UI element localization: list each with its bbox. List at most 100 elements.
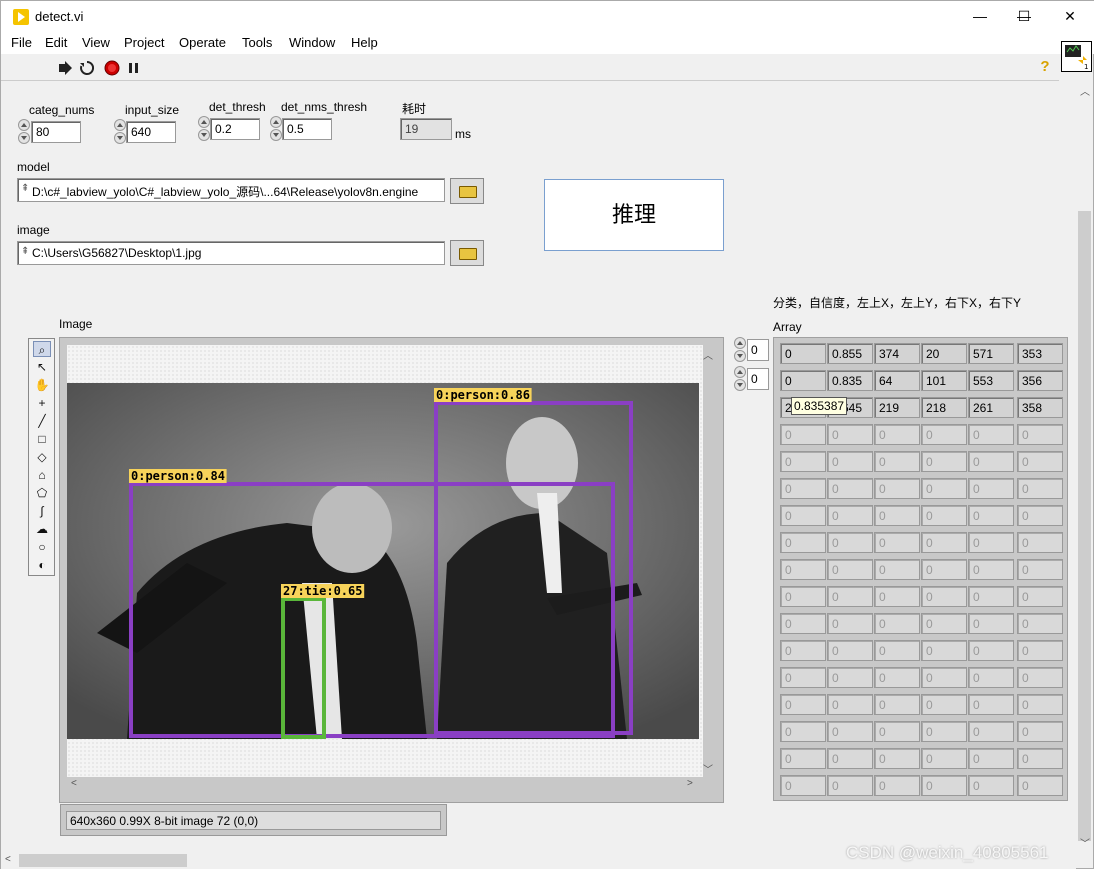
rectangle-tool-icon[interactable]: □ [33,431,51,447]
line-tool-icon[interactable]: ╱ [33,413,51,429]
point-tool-icon[interactable]: + [33,395,51,411]
array-cell[interactable]: 0 [968,613,1014,634]
array-cell[interactable]: 0 [921,613,967,634]
menu-window[interactable]: Window [289,35,335,50]
array-cell[interactable]: 0 [874,667,920,688]
array-cell[interactable]: 0 [780,478,826,499]
array-cell[interactable]: 0 [921,586,967,607]
array-cell[interactable]: 0 [921,451,967,472]
array-cell[interactable]: 0 [874,451,920,472]
array-cell[interactable]: 0 [780,694,826,715]
array-cell[interactable]: 0 [827,748,873,769]
array-cell[interactable]: 0 [1017,640,1063,661]
run-arrow-icon[interactable] [57,60,73,76]
scroll-thumb[interactable] [19,854,187,867]
array-cell[interactable]: 0 [1017,559,1063,580]
array-cell[interactable]: 20 [921,343,967,364]
array-cell[interactable]: 0 [921,478,967,499]
array-cell[interactable]: 0 [968,586,1014,607]
array-cell[interactable]: 0 [827,586,873,607]
array-cell[interactable]: 0 [921,748,967,769]
array-cell[interactable]: 0 [874,613,920,634]
array-cell[interactable]: 0 [780,775,826,796]
array-cell[interactable]: 0 [968,532,1014,553]
array-cell[interactable]: 0 [827,721,873,742]
array-cell[interactable]: 0 [780,370,826,391]
array-cell[interactable]: 0 [1017,775,1063,796]
annulus-tool-icon[interactable]: ⌂ [33,467,51,483]
det-thresh-field[interactable]: 0.2 [210,118,260,140]
menu-view[interactable]: View [82,35,110,50]
array-cell[interactable]: 0 [827,667,873,688]
menu-project[interactable]: Project [124,35,164,50]
array-cell[interactable]: 0 [827,559,873,580]
panel-vertical-scrollbar[interactable]: ︿ ﹀ [1076,81,1093,852]
menu-help[interactable]: Help [351,35,378,50]
array-cell[interactable]: 0 [827,640,873,661]
array-cell[interactable]: 0 [968,451,1014,472]
maximize-button[interactable]: ☐ [1001,1,1047,32]
array-cell[interactable]: 0 [921,667,967,688]
broken-line-tool-icon[interactable]: ◐ [33,557,51,573]
array-cell[interactable]: 101 [921,370,967,391]
array-cell[interactable]: 0 [874,559,920,580]
array-cell[interactable]: 0 [921,559,967,580]
image-browse-button[interactable] [450,240,484,266]
polygon-tool-icon[interactable]: ⬠ [33,485,51,501]
array-cell[interactable]: 0 [780,532,826,553]
array-cell[interactable]: 356 [1017,370,1063,391]
array-cell[interactable]: 0 [1017,667,1063,688]
freehand-line-tool-icon[interactable]: ∫ [33,503,51,519]
pause-icon[interactable] [126,60,142,76]
image-horizontal-scrollbar[interactable]: < > [67,777,703,793]
vi-icon[interactable]: 1 [1061,41,1092,72]
array-cell[interactable]: 0 [1017,451,1063,472]
image-path-field[interactable]: C:\Users\G56827\Desktop\1.jpg [17,241,445,265]
array-cell[interactable]: 0 [780,721,826,742]
model-browse-button[interactable] [450,178,484,204]
freehand-region-tool-icon[interactable]: ☁ [33,521,51,537]
array-cell[interactable]: 0 [827,613,873,634]
array-cell[interactable]: 0 [921,532,967,553]
array-cell[interactable]: 0 [921,424,967,445]
array-cell[interactable]: 0 [874,694,920,715]
array-cell[interactable]: 0 [1017,505,1063,526]
run-continuously-icon[interactable] [79,60,95,76]
array-cell[interactable]: 358 [1017,397,1063,418]
array-col-index[interactable]: 0 [747,368,769,390]
array-cell[interactable]: 0 [827,478,873,499]
array-cell[interactable]: 0 [968,721,1014,742]
array-cell[interactable]: 0 [874,505,920,526]
array-cell[interactable]: 0 [827,775,873,796]
context-help-icon[interactable]: ? [1037,59,1053,75]
array-cell[interactable]: 0 [1017,532,1063,553]
array-cell[interactable]: 0.855 [827,343,873,364]
menu-tools[interactable]: Tools [242,35,272,50]
array-cell[interactable]: 0 [968,667,1014,688]
array-cell[interactable]: 571 [968,343,1014,364]
array-cell[interactable]: 0 [780,505,826,526]
array-cell[interactable]: 0 [1017,694,1063,715]
array-cell[interactable]: 0 [921,775,967,796]
array-cell[interactable]: 0 [874,721,920,742]
array-cell[interactable]: 0 [874,478,920,499]
menu-operate[interactable]: Operate [179,35,226,50]
menu-file[interactable]: File [11,35,32,50]
array-cell[interactable]: 0 [874,424,920,445]
array-cell[interactable]: 0 [1017,721,1063,742]
array-cell[interactable]: 0 [921,694,967,715]
oval-tool-icon[interactable]: ○ [33,539,51,555]
rotated-rectangle-tool-icon[interactable]: ◇ [33,449,51,465]
array-cell[interactable]: 0 [921,640,967,661]
inference-button[interactable]: 推理 [544,179,724,251]
array-cell[interactable]: 0 [780,613,826,634]
array-cell[interactable]: 374 [874,343,920,364]
array-cell[interactable]: 0 [1017,586,1063,607]
array-cell[interactable]: 0 [827,424,873,445]
array-cell[interactable]: 0 [1017,478,1063,499]
array-cell[interactable]: 218 [921,397,967,418]
array-cell[interactable]: 0 [1017,613,1063,634]
array-row-index-spinner[interactable] [734,337,747,363]
array-cell[interactable]: 0 [968,640,1014,661]
array-cell[interactable]: 0 [827,694,873,715]
